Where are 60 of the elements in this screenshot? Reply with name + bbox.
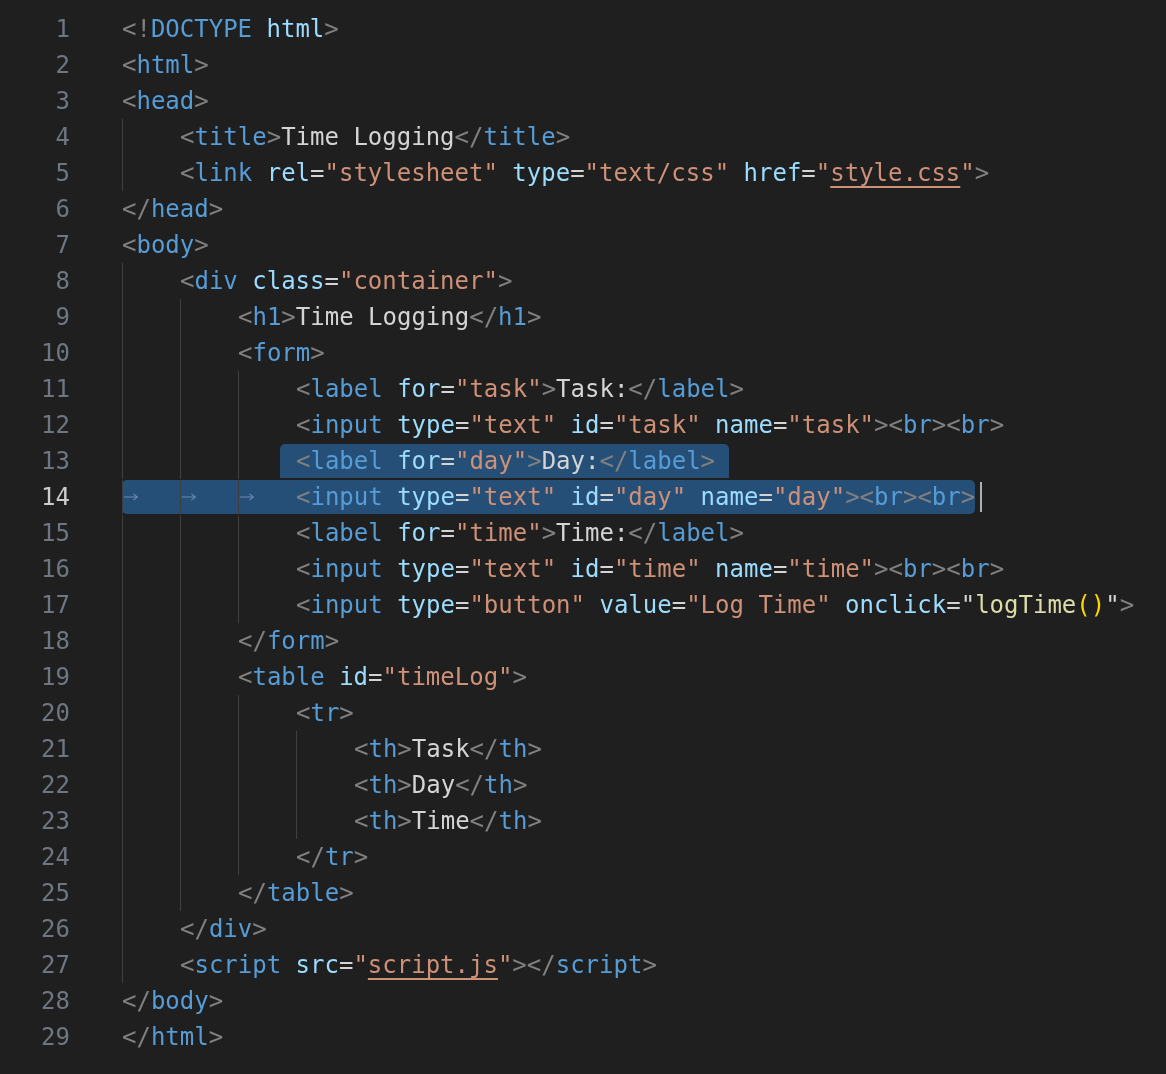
line-number: 24 [40,843,70,871]
code-line: <title>Time Logging</title> [180,123,571,151]
line-number: 29 [40,1023,70,1051]
code-line: <html> [122,51,209,79]
line-number: 4 [54,123,70,151]
text-cursor [980,482,983,512]
line-number: 5 [54,159,70,187]
line-number: 17 [40,591,70,619]
line-number: 13 [40,447,70,475]
line-number: 22 [40,771,70,799]
line-number: 18 [40,627,70,655]
line-number: 6 [54,195,70,223]
code-line: <!DOCTYPE html> [122,15,339,43]
line-number: 11 [40,375,70,403]
tab-arrow-icon [123,492,139,502]
line-number: 7 [54,231,70,259]
line-number: 19 [40,663,70,691]
line-number: 12 [40,411,70,439]
tab-arrow-icon [239,492,255,502]
code-line: <table id="timeLog"> [238,663,527,691]
code-line: <body> [122,231,209,259]
line-number: 28 [40,987,70,1015]
code-line: </form> [238,627,340,655]
line-number: 2 [54,51,70,79]
code-line: <label for="time">Time:</label> [296,519,744,547]
line-number: 14 [40,483,70,511]
code-line: <form> [238,339,325,367]
line-number: 21 [40,735,70,763]
code-line: </head> [122,195,224,223]
line-number: 1 [54,15,70,43]
code-line: <script src="script.js"></script> [180,951,657,979]
code-line: </table> [238,879,354,907]
tab-arrow-icon [181,492,197,502]
code-line: <tr> [296,699,354,727]
line-number: 26 [40,915,70,943]
line-number: 9 [54,303,70,331]
code-line: <link rel="stylesheet" type="text/css" href="style.css"> [180,159,990,187]
code-line: </html> [122,1023,224,1051]
code-line: <div class="container"> [180,267,513,295]
line-number: 25 [40,879,70,907]
code-line: <th>Day</th> [354,771,528,799]
line-number: 23 [40,807,70,835]
line-number: 27 [40,951,70,979]
code-line: </div> [180,915,267,943]
code-line: <th>Time</th> [354,807,542,835]
code-line: <input type="text" id="time" name="time"><br><br> [296,555,1005,583]
code-line: </tr> [296,843,369,871]
code-line: <th>Task</th> [354,735,542,763]
line-number: 3 [54,87,70,115]
code-line: <head> [122,87,209,115]
line-number: 8 [54,267,70,295]
code-line: </body> [122,987,224,1015]
line-number: 15 [40,519,70,547]
code-line: <input type="button" value="Log Time" onclick="logTime()"> [296,591,1135,619]
code-line: <label for="task">Task:</label> [296,375,744,403]
code-line: <input type="text" id="task" name="task"><br><br> [296,411,1005,439]
line-number: 20 [40,699,70,727]
code-line: <h1>Time Logging</h1> [238,303,542,331]
line-number: 10 [40,339,70,367]
line-number: 16 [40,555,70,583]
